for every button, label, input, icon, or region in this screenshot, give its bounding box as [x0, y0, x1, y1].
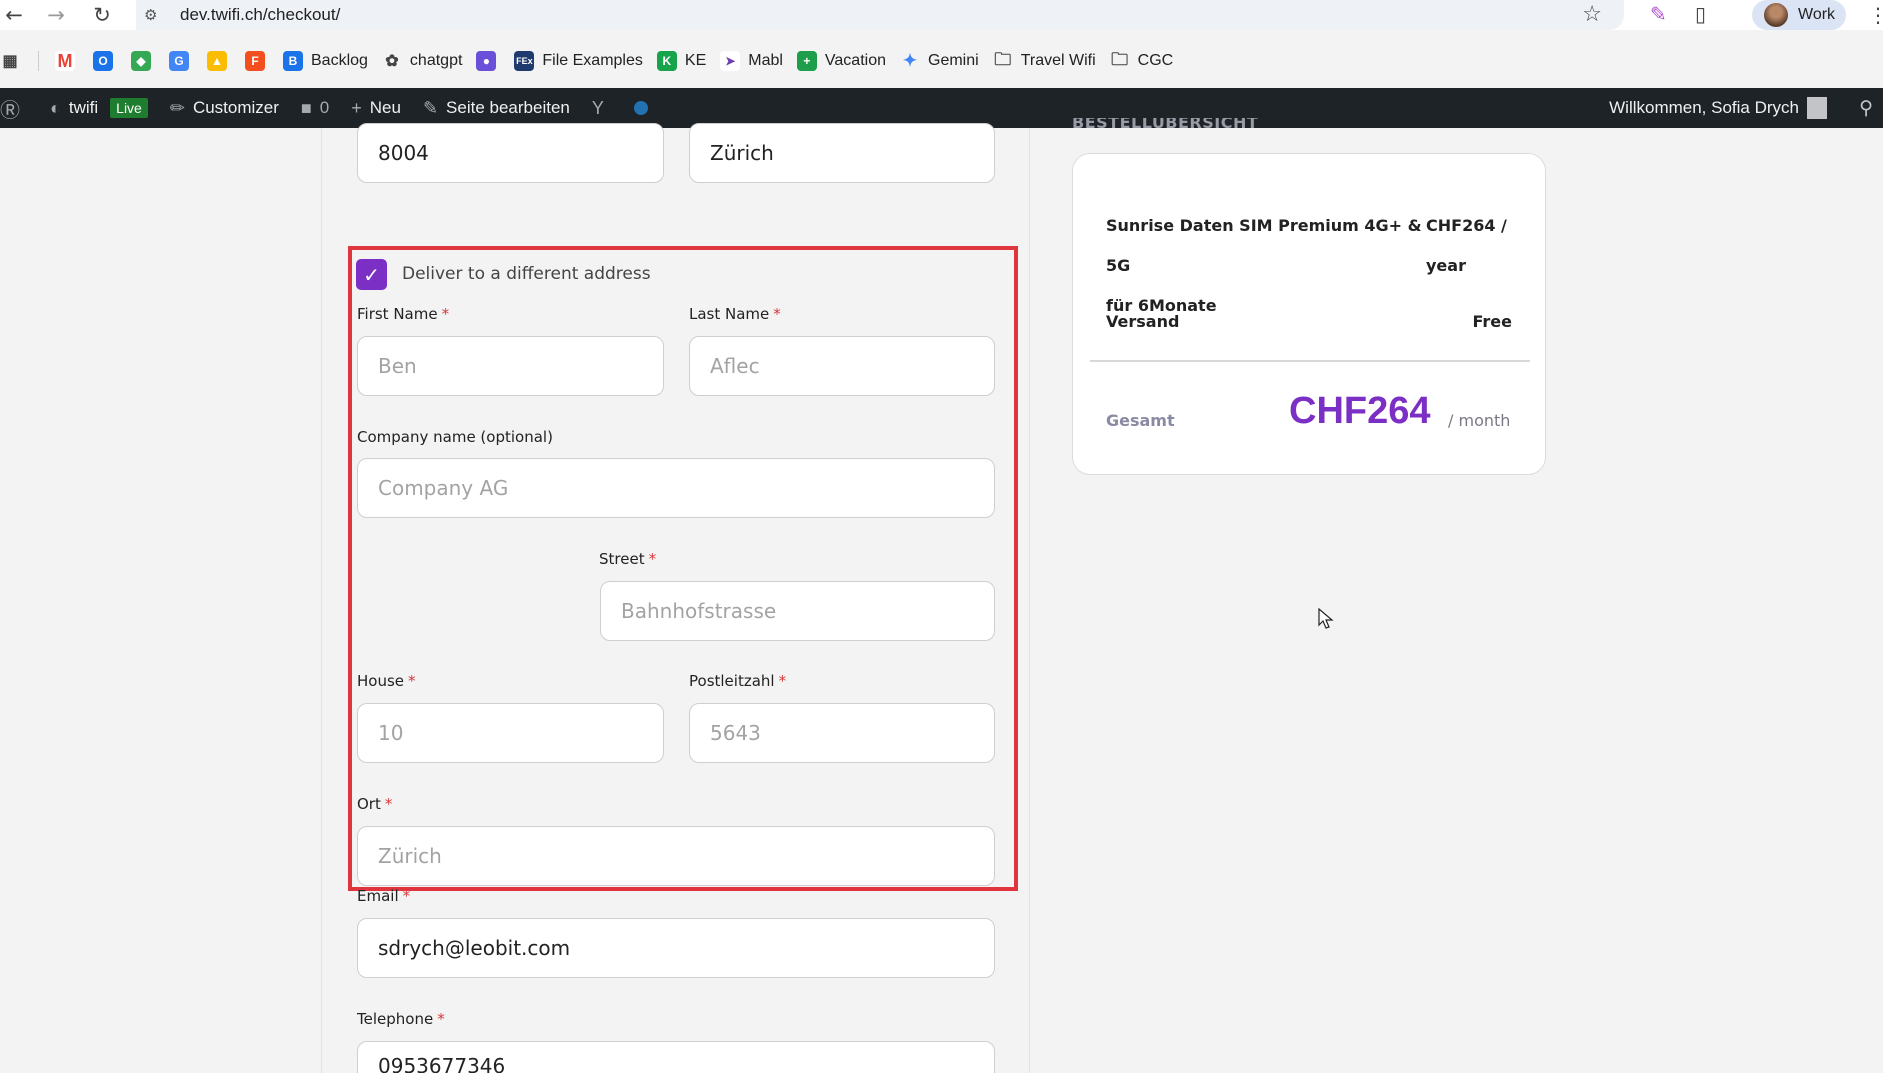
app-icon[interactable]: ● [476, 51, 497, 71]
chatgpt-icon: ✿ [385, 53, 399, 70]
dashboard-icon: ◐ [50, 97, 61, 118]
back-icon[interactable]: ← [0, 1, 28, 29]
bookmark-star-icon[interactable]: ☆ [1582, 2, 1602, 27]
bookmark-ke[interactable]: K KE [656, 51, 706, 71]
first-name-field[interactable]: Ben [357, 336, 664, 396]
reload-icon[interactable]: ↻ [88, 1, 116, 29]
edit-page-link[interactable]: ✎ Seite bearbeiten [423, 98, 570, 119]
ship-different-checkbox[interactable]: ✓ [356, 259, 387, 290]
outlook-icon[interactable]: O [93, 51, 113, 71]
search-icon[interactable]: ⚲ [1859, 97, 1873, 120]
yoast-icon[interactable]: Y [592, 98, 612, 119]
last-name-field[interactable]: Aflec [689, 336, 995, 396]
bookmark-vacation[interactable]: + Vacation [796, 51, 886, 71]
figma-icon[interactable]: F [245, 51, 265, 71]
vacation-icon: + [796, 51, 817, 71]
comment-icon: ■ [300, 97, 312, 118]
mouse-cursor-icon [1318, 608, 1334, 629]
order-summary-heading: BESTELLÜBERSICHT [1072, 118, 1259, 132]
phone-label: Telephone * [357, 1010, 445, 1028]
street-field[interactable]: Bahnhofstrasse [600, 581, 995, 641]
bookmark-cgc[interactable]: 🗀 CGC [1110, 49, 1173, 71]
first-name-label: First Name * [357, 305, 450, 323]
shipping-value: Free [1472, 312, 1513, 331]
total-period: / month [1448, 411, 1511, 430]
translate-icon[interactable]: G [169, 51, 189, 71]
forward-icon[interactable]: → [42, 1, 70, 29]
house-label: House * [357, 672, 416, 690]
shipping-city-field[interactable]: Zürich [357, 826, 995, 886]
backlog-icon: B [283, 51, 303, 71]
menu-kebab-icon[interactable]: ⋮ [1868, 3, 1883, 27]
bookmark-backlog[interactable]: B Backlog [283, 51, 368, 71]
wp-admin-bar: Ⓡ ◐ twifi Live ✏ Customizer ■ 0 + Neu ✎ Seite … [0, 88, 1883, 128]
folder-icon: 🗀 [1111, 49, 1129, 69]
customizer-link[interactable]: ✏ Customizer [170, 98, 279, 119]
my-account-menu[interactable]: Willkommen, Sofia Drych [1609, 88, 1827, 128]
pen-extension-icon[interactable]: ✎ [1650, 2, 1667, 26]
phone-field[interactable]: 0953677346 [357, 1041, 995, 1073]
billing-city-field[interactable]: Zürich [689, 123, 995, 183]
apps-grid-icon[interactable]: ▦ [0, 51, 20, 71]
email-field[interactable]: sdrych@leobit.com [357, 918, 995, 978]
gmail-icon[interactable]: M [55, 51, 75, 71]
total-value: CHF264 [1289, 390, 1431, 432]
brush-icon: ✏ [169, 97, 185, 118]
ke-icon: K [656, 51, 677, 71]
status-dot-icon [633, 101, 648, 115]
site-info-icon[interactable]: ⚙ [144, 6, 157, 24]
mabl-icon: ➤ [720, 51, 741, 71]
avatar [1807, 97, 1827, 119]
folder-icon: 🗀 [994, 49, 1012, 69]
bookmark-file-examples[interactable]: FEx File Examples [514, 51, 643, 71]
street-label: Street * [599, 550, 657, 568]
app-icon[interactable]: ◆ [131, 51, 151, 71]
total-label: Gesamt [1106, 411, 1175, 430]
plus-icon: + [351, 97, 362, 118]
product-price: CHF264 /year [1426, 216, 1507, 275]
divider [38, 51, 39, 71]
email-label: Email * [357, 887, 411, 905]
shipping-label: Versand [1106, 312, 1180, 331]
profile-button[interactable]: Work [1752, 0, 1846, 30]
check-icon: ✓ [363, 262, 380, 287]
extensions-icon[interactable]: ▯ [1695, 2, 1706, 26]
comments-link[interactable]: ■ 0 [301, 98, 329, 119]
shipping-postcode-field[interactable]: 5643 [689, 703, 995, 763]
live-badge: Live [110, 98, 148, 118]
bookmarks-bar: ▦ M O ◆ G ▲ F B Backlog ✿ chatgpt ● FEx Fil… [0, 44, 1883, 78]
product-name: Sunrise Daten SIM Premium 4G+ & 5G für 6M… [1106, 216, 1422, 315]
company-label: Company name (optional) [357, 428, 553, 446]
bookmark-travel-wifi[interactable]: 🗀 Travel Wifi [993, 49, 1095, 71]
bookmark-mabl[interactable]: ➤ Mabl [720, 51, 783, 71]
bookmark-gemini[interactable]: ✦ Gemini [900, 51, 979, 71]
billing-postcode-field[interactable]: 8004 [357, 123, 664, 183]
drive-icon[interactable]: ▲ [207, 51, 227, 71]
profile-label: Work [1798, 6, 1836, 23]
divider [1090, 360, 1530, 362]
pencil-icon: ✎ [422, 97, 439, 118]
company-field[interactable]: Company AG [357, 458, 995, 518]
file-examples-icon: FEx [514, 51, 535, 71]
house-field[interactable]: 10 [357, 703, 664, 763]
last-name-label: Last Name * [689, 305, 781, 323]
address-bar[interactable]: ⚙ dev.twifi.ch/checkout/ ☆ [136, 0, 1624, 30]
new-content-menu[interactable]: + Neu [351, 98, 401, 119]
city-label: Ort * [357, 795, 393, 813]
gemini-icon: ✦ [902, 51, 918, 70]
site-name-menu[interactable]: ◐ twifi Live [50, 98, 148, 119]
wordpress-logo-icon[interactable]: Ⓡ [0, 94, 28, 123]
browser-toolbar: ← → ↻ ⚙ dev.twifi.ch/checkout/ ☆ ✎ ▯ Wor… [0, 0, 1883, 30]
bookmark-chatgpt[interactable]: ✿ chatgpt [382, 51, 462, 71]
avatar [1764, 3, 1788, 27]
postcode-label: Postleitzahl * [689, 672, 787, 690]
order-summary-card: Sunrise Daten SIM Premium 4G+ & 5G für 6M… [1072, 153, 1546, 475]
ship-different-label[interactable]: Deliver to a different address [402, 264, 651, 284]
url-text[interactable]: dev.twifi.ch/checkout/ [180, 5, 340, 25]
